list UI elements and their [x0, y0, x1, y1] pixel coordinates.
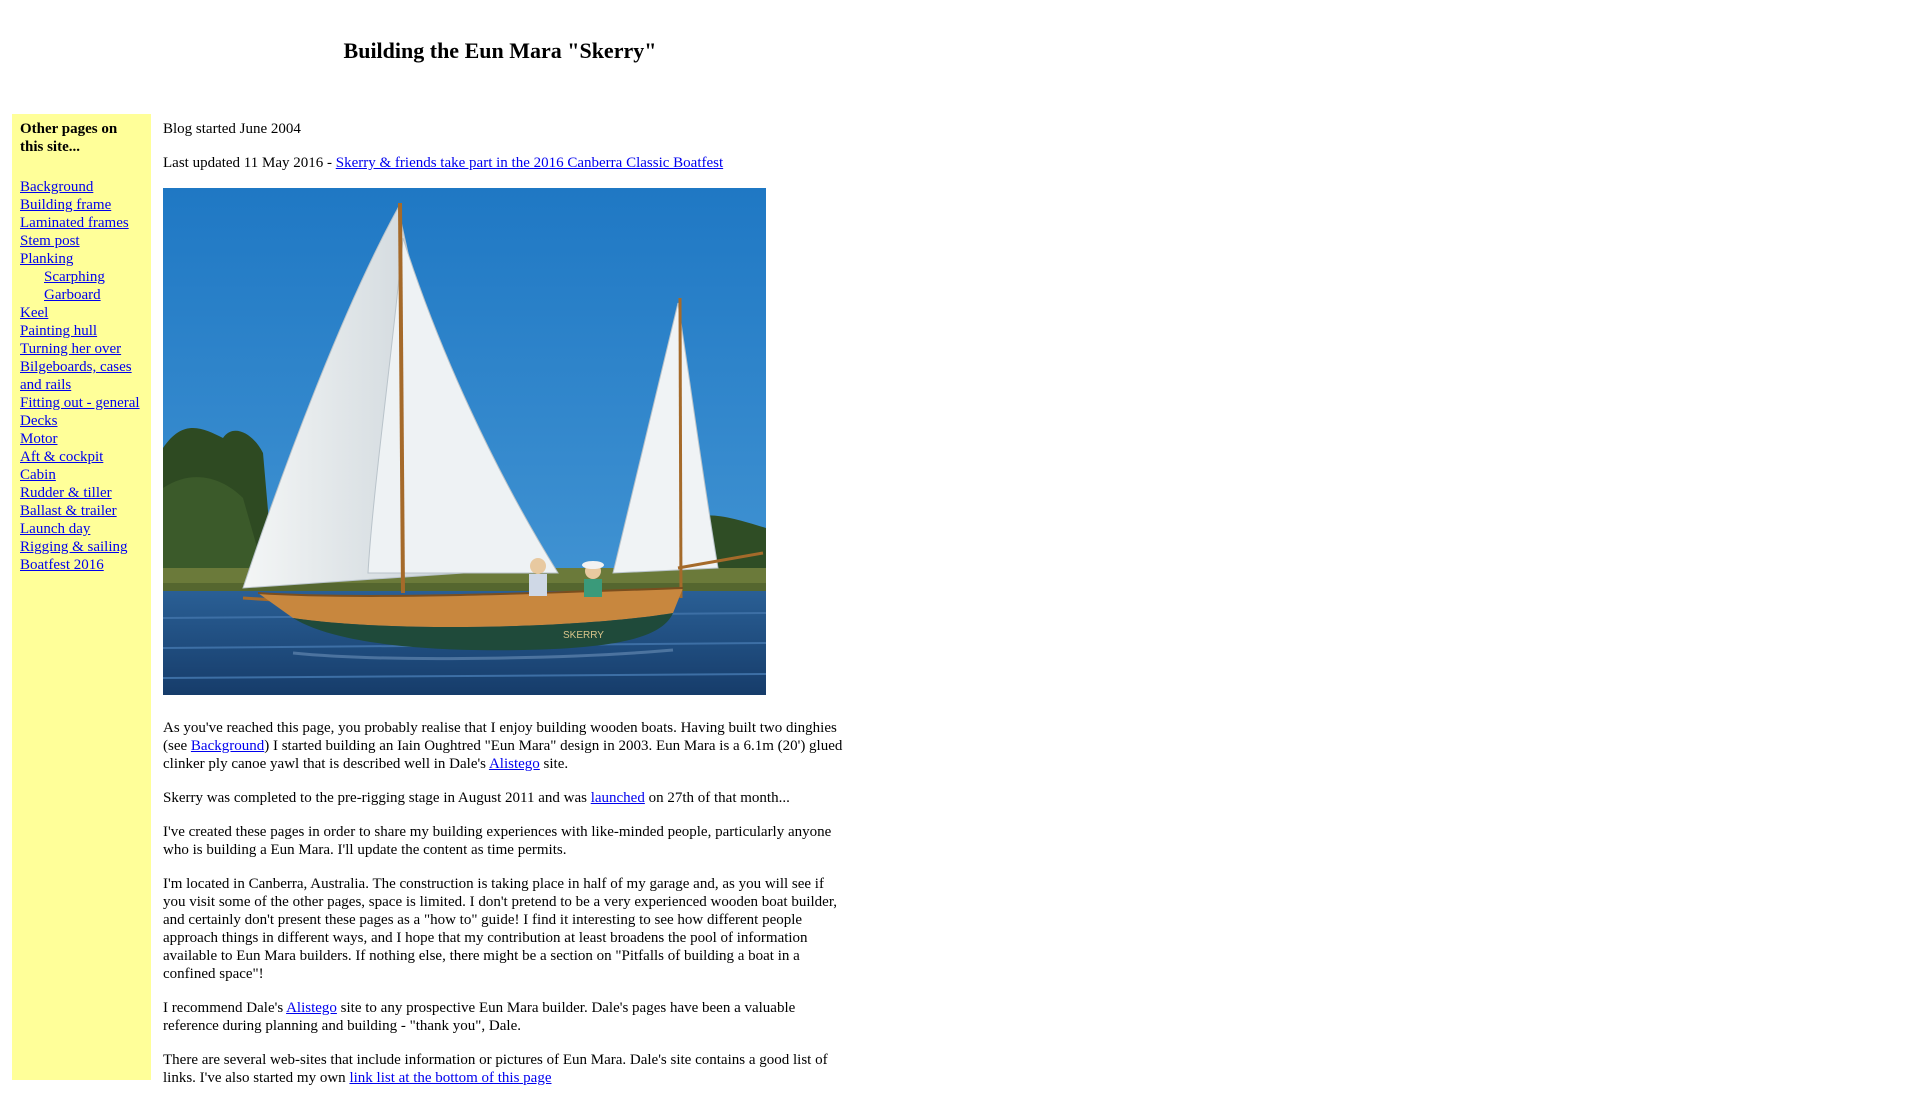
- sidebar-item: Cabin: [20, 466, 143, 484]
- boat-name: SKERRY: [563, 630, 604, 641]
- boatfest-link[interactable]: Skerry & friends take part in the 2016 C…: [336, 155, 723, 171]
- sidebar-item: Aft & cockpit: [20, 448, 143, 466]
- sidebar-link-planking[interactable]: Planking: [20, 251, 73, 267]
- websites-paragraph: There are several web-sites that include…: [163, 1052, 828, 1086]
- sidebar-link-rudder-tiller[interactable]: Rudder & tiller: [20, 485, 112, 501]
- sidebar-link-background[interactable]: Background: [20, 179, 93, 195]
- mizzen-mast: [678, 297, 683, 599]
- intro-paragraph: As you've reached this page, you probabl…: [163, 720, 843, 772]
- sidebar-link-stem-post[interactable]: Stem post: [20, 233, 80, 249]
- sidebar: Other pages on this site... Background Bu…: [12, 114, 151, 1080]
- sidebar-item: Scarphing: [20, 268, 143, 286]
- sidebar-item: Turning her over: [20, 340, 143, 358]
- sidebar-link-garboard[interactable]: Garboard: [44, 287, 101, 303]
- link-list-link[interactable]: link list at the bottom of this page: [349, 1070, 551, 1086]
- sidebar-link-cabin[interactable]: Cabin: [20, 467, 56, 483]
- location-paragraph: I'm located in Canberra, Australia. The …: [163, 876, 837, 982]
- sidebar-item: Garboard: [20, 286, 143, 304]
- sidebar-link-decks[interactable]: Decks: [20, 413, 58, 429]
- sailor-1-head: [530, 558, 546, 574]
- sidebar-link-boatfest-2016[interactable]: Boatfest 2016: [20, 557, 104, 573]
- sidebar-item: Motor: [20, 430, 143, 448]
- sidebar-item: Keel: [20, 304, 143, 322]
- sidebar-item: Building frame: [20, 196, 143, 214]
- background-link[interactable]: Background: [191, 738, 264, 754]
- sidebar-link-ballast-trailer[interactable]: Ballast & trailer: [20, 503, 117, 519]
- sailboat-photo: SKERRY: [163, 188, 766, 695]
- sidebar-link-aft-cockpit[interactable]: Aft & cockpit: [20, 449, 103, 465]
- main-content: Blog started June 2004 Last updated 11 M…: [163, 120, 843, 1103]
- launched-link[interactable]: launched: [591, 790, 645, 806]
- sidebar-link-turning-her-over[interactable]: Turning her over: [20, 341, 121, 357]
- sidebar-item: Fitting out - general: [20, 394, 143, 412]
- sidebar-link-launch-day[interactable]: Launch day: [20, 521, 90, 537]
- blog-started-text: Blog started June 2004: [163, 121, 301, 137]
- sidebar-item: Rudder & tiller: [20, 484, 143, 502]
- alistego-link-2[interactable]: Alistego: [286, 1000, 337, 1016]
- sidebar-item: Rigging & sailing: [20, 538, 143, 556]
- sidebar-nav: Background Building frame Laminated frames…: [20, 178, 143, 574]
- sidebar-link-scarphing[interactable]: Scarphing: [44, 269, 105, 285]
- sidebar-item: Bilgeboards, cases and rails: [20, 358, 143, 394]
- sidebar-link-fitting-out-general[interactable]: Fitting out - general: [20, 395, 140, 411]
- sidebar-link-painting-hull[interactable]: Painting hull: [20, 323, 97, 339]
- last-updated-text: Last updated 11 May 2016 -: [163, 155, 336, 171]
- sidebar-item: Stem post: [20, 232, 143, 250]
- sidebar-item: Planking: [20, 250, 143, 268]
- sidebar-link-building-frame[interactable]: Building frame: [20, 197, 111, 213]
- sidebar-heading: Other pages on this site...: [20, 121, 118, 155]
- sidebar-link-motor[interactable]: Motor: [20, 431, 58, 447]
- sidebar-item: Boatfest 2016: [20, 556, 143, 574]
- page-title: Building the Eun Mara "Skerry": [343, 38, 657, 63]
- sidebar-item: Ballast & trailer: [20, 502, 143, 520]
- sailor-2-body: [584, 579, 602, 597]
- sidebar-link-rigging-sailing[interactable]: Rigging & sailing: [20, 539, 128, 555]
- sidebar-item: Background: [20, 178, 143, 196]
- sidebar-link-bilgeboards-cases-and-rails[interactable]: Bilgeboards, cases and rails: [20, 359, 132, 393]
- sidebar-item: Laminated frames: [20, 214, 143, 232]
- sidebar-link-laminated-frames[interactable]: Laminated frames: [20, 215, 129, 231]
- purpose-paragraph: I've created these pages in order to sha…: [163, 824, 832, 858]
- sailor-1-body: [529, 574, 547, 596]
- sidebar-item: Painting hull: [20, 322, 143, 340]
- sidebar-link-keel[interactable]: Keel: [20, 305, 48, 321]
- recommend-paragraph: I recommend Dale's Alistego site to any …: [163, 1000, 796, 1034]
- sidebar-item: Launch day: [20, 520, 143, 538]
- completion-paragraph: Skerry was completed to the pre-rigging …: [163, 790, 790, 806]
- alistego-link[interactable]: Alistego: [489, 756, 540, 772]
- last-updated: Last updated 11 May 2016 - Skerry & frie…: [163, 154, 843, 172]
- sidebar-item: Decks: [20, 412, 143, 430]
